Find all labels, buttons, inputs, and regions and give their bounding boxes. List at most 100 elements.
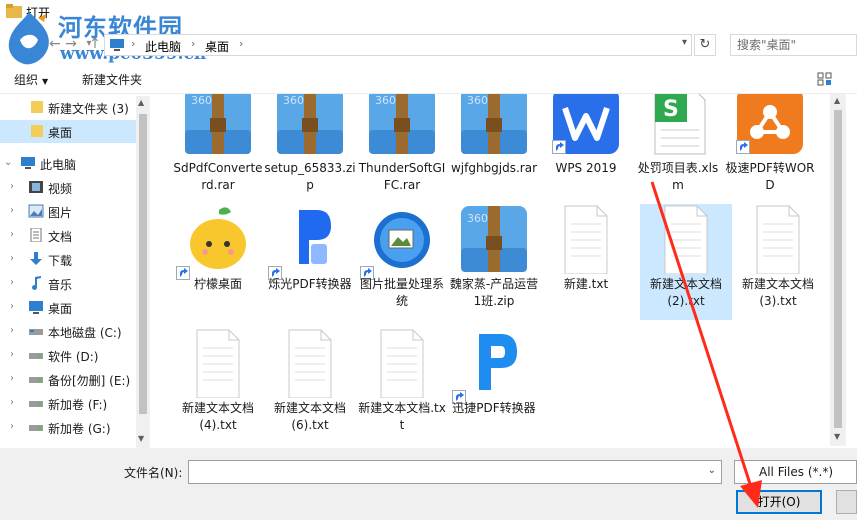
file-name: 柠檬桌面 (193, 277, 242, 291)
refresh-icon: ↻ (699, 37, 711, 52)
sidebar-item-desktop-folder[interactable]: 桌面 (0, 120, 136, 143)
sidebar-item-drive-c[interactable]: › 本地磁盘 (C:) (0, 320, 136, 343)
forward-icon[interactable]: → (62, 34, 80, 54)
svg-text:360: 360 (467, 94, 488, 107)
sidebar-item-pictures[interactable]: › 图片 (0, 200, 136, 223)
navigation-pane: 新建文件夹 (3) 桌面 ⌄ 此电脑 › 视频 › 图片 › 文档 › 下载 ›… (0, 96, 150, 448)
file-list: 360 SdPdfConverterd.rar 360 setup_65833.… (152, 94, 830, 446)
breadcrumb-chevron-icon[interactable]: › (239, 37, 243, 50)
refresh-button[interactable]: ↻ (694, 34, 716, 56)
breadcrumb-desktop[interactable]: 桌面 (205, 38, 229, 55)
sidebar-item-drive-d[interactable]: › 软件 (D:) (0, 344, 136, 367)
image-batch-icon (374, 212, 430, 268)
file-name: 新建文本文档(2).txt (649, 277, 722, 308)
svg-text:360: 360 (467, 212, 488, 225)
file-item[interactable]: 360 setup_65833.zip (264, 94, 356, 204)
breadcrumb-chevron-icon[interactable]: › (131, 37, 135, 50)
scroll-down-icon[interactable]: ▼ (834, 432, 840, 441)
file-name: 新建.txt (563, 277, 609, 291)
file-item[interactable]: 迅捷PDF转换器 (448, 328, 540, 444)
file-item[interactable]: 360 ThunderSoftGIFC.rar (356, 94, 448, 204)
file-list-scrollbar[interactable]: ▲ ▼ (830, 94, 846, 446)
file-item-selected[interactable]: 新建文本文档(2).txt (640, 204, 732, 320)
file-item[interactable]: 新建文本文档(4).txt (172, 328, 264, 444)
file-name: WPS 2019 (555, 161, 617, 175)
chevron-right-icon[interactable]: › (10, 205, 14, 216)
sidebar-item-desktop[interactable]: › 桌面 (0, 296, 136, 319)
file-item[interactable]: 新建.txt (540, 204, 632, 320)
organize-label: 组织 (14, 73, 39, 87)
breadcrumb-this-pc[interactable]: 此电脑 (145, 38, 181, 55)
file-item[interactable]: 360 wjfghbgjds.rar (448, 94, 540, 204)
scrollbar-thumb[interactable] (139, 114, 147, 414)
open-button[interactable]: 打开(O) (736, 490, 822, 514)
chevron-right-icon[interactable]: › (10, 397, 14, 408)
file-item[interactable]: 图片批量处理系统 (356, 204, 448, 320)
navigation-row: ← → ▾ ↑ › 此电脑 › 桌面 › ▾ ↻ (0, 30, 857, 58)
chevron-right-icon[interactable]: › (10, 325, 14, 336)
chevron-right-icon[interactable]: › (10, 277, 14, 288)
search-box[interactable] (730, 34, 857, 56)
chevron-down-icon[interactable]: ⌄ (708, 465, 716, 476)
rar-archive-icon: 360 (369, 94, 435, 154)
folder-icon (30, 100, 46, 115)
filename-input[interactable] (189, 461, 699, 483)
scroll-up-icon[interactable]: ▲ (834, 96, 840, 105)
filename-combobox[interactable]: ⌄ (188, 460, 722, 484)
scrollbar-thumb[interactable] (834, 110, 842, 428)
cancel-button[interactable] (836, 490, 857, 514)
chevron-down-icon[interactable]: ⌄ (4, 157, 12, 168)
chevron-right-icon[interactable]: › (10, 373, 14, 384)
title-bar: 打开 (0, 0, 857, 24)
file-item[interactable]: 极速PDF转WORD (724, 94, 816, 204)
file-name: ThunderSoftGIFC.rar (358, 161, 446, 192)
text-file-icon (288, 329, 332, 398)
preview-pane-edge (846, 94, 857, 446)
file-item[interactable]: WPS 2019 (540, 94, 632, 204)
view-options-icon[interactable] (817, 72, 833, 86)
file-type-filter[interactable]: All Files (*.*) (734, 460, 857, 484)
file-item[interactable]: 360 魏家蒸-产品运营1班.zip (448, 204, 540, 320)
sidebar-item-documents[interactable]: › 文档 (0, 224, 136, 247)
chevron-right-icon[interactable]: › (10, 229, 14, 240)
file-item[interactable]: S 处罚项目表.xlsm (632, 94, 724, 204)
file-item[interactable]: 新建文本文档.txt (356, 328, 448, 444)
scroll-up-icon[interactable]: ▲ (138, 98, 144, 107)
address-bar[interactable]: › 此电脑 › 桌面 › ▾ (104, 34, 692, 56)
organize-button[interactable]: 组织 ▼ (14, 71, 48, 88)
sidebar-item-videos[interactable]: › 视频 (0, 176, 136, 199)
chevron-right-icon[interactable]: › (10, 421, 14, 432)
sidebar-item-drive-g[interactable]: › 新加卷 (G:) (0, 416, 136, 439)
sidebar-item-label: 备份[勿删] (E:) (48, 374, 131, 388)
desktop-icon (28, 300, 44, 315)
file-item[interactable]: 烁光PDF转换器 (264, 204, 356, 320)
new-folder-button[interactable]: 新建文件夹 (82, 71, 142, 88)
sidebar-item-this-pc[interactable]: ⌄ 此电脑 (0, 152, 136, 175)
address-dropdown-icon[interactable]: ▾ (682, 37, 687, 48)
zip-archive-icon: 360 (461, 206, 527, 272)
folder-icon (30, 124, 46, 139)
scroll-down-icon[interactable]: ▼ (138, 434, 144, 443)
chevron-right-icon[interactable]: › (10, 301, 14, 312)
file-name: 迅捷PDF转换器 (452, 401, 536, 415)
up-folder-icon[interactable]: ↑ (86, 34, 104, 54)
drive-icon (28, 372, 44, 387)
computer-icon (110, 39, 124, 51)
sidebar-item-downloads[interactable]: › 下载 (0, 248, 136, 271)
file-item[interactable]: 360 SdPdfConverterd.rar (172, 94, 264, 204)
chevron-right-icon[interactable]: › (10, 349, 14, 360)
computer-icon (20, 156, 36, 171)
file-item[interactable]: 柠檬桌面 (172, 204, 264, 320)
sidebar-item-new-folder-3[interactable]: 新建文件夹 (3) (0, 96, 136, 119)
sidebar-scrollbar[interactable]: ▲ ▼ (136, 96, 150, 448)
breadcrumb-chevron-icon[interactable]: › (191, 37, 195, 50)
file-name: 新建文本文档.txt (358, 401, 446, 432)
sidebar-item-drive-f[interactable]: › 新加卷 (F:) (0, 392, 136, 415)
sidebar-item-music[interactable]: › 音乐 (0, 272, 136, 295)
sidebar-item-drive-e[interactable]: › 备份[勿删] (E:) (0, 368, 136, 391)
chevron-right-icon[interactable]: › (10, 181, 14, 192)
file-item[interactable]: 新建文本文档(6).txt (264, 328, 356, 444)
chevron-right-icon[interactable]: › (10, 253, 14, 264)
file-item[interactable]: 新建文本文档(3).txt (732, 204, 824, 320)
search-input[interactable] (731, 35, 851, 55)
